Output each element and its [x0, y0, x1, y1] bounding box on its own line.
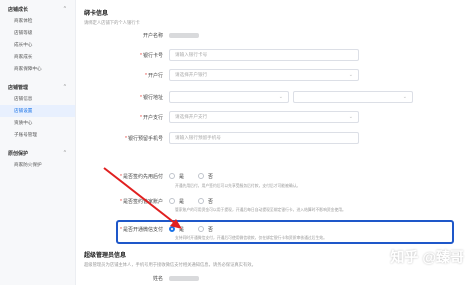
sidebar-item-merchant-growth[interactable]: 商家成长: [0, 51, 75, 63]
account-name-value: [169, 32, 199, 38]
watermark-author: @臻哥: [422, 249, 464, 265]
province-select[interactable]: ⌄: [169, 91, 289, 103]
bind-card-title: 绑卡信息: [84, 11, 109, 17]
card-number-row: *银行卡号 请输入银行卡号: [84, 48, 468, 62]
sidebar-group-growth[interactable]: 店铺成长 ⌃: [0, 3, 75, 15]
chevron-down-icon: ⌄: [348, 114, 353, 120]
sidebar-group-store-management[interactable]: 店铺管理 ⌃: [0, 81, 75, 93]
watermark-brand: 知乎: [390, 249, 419, 265]
chevron-down-icon: ⌄: [348, 72, 353, 78]
q2-no-radio[interactable]: 否: [198, 198, 213, 205]
q1-label: 是否签约先用后付: [122, 173, 163, 180]
sidebar-group-label: 店铺管理: [8, 84, 29, 91]
card-number-input[interactable]: 请输入银行卡号: [169, 49, 359, 61]
sidebar-item-qualification[interactable]: 资质中心: [0, 117, 75, 129]
watermark: 知乎 @臻哥: [390, 247, 464, 267]
branch-placeholder: 请选择开户支行: [175, 114, 208, 119]
admin-title: 超级管理员信息: [84, 253, 127, 259]
admin-name-label: 姓名: [152, 275, 163, 282]
account-name-label: 开户名称: [142, 32, 163, 39]
card-number-label: 银行卡号: [142, 52, 163, 59]
chevron-up-icon: ⌃: [62, 6, 67, 12]
sidebar-item-store-info[interactable]: 店铺信息: [0, 93, 75, 105]
q1-yes-radio[interactable]: 是: [169, 173, 184, 180]
branch-label: 开户支行: [142, 114, 163, 121]
q2-row: *是否签约管家账户 是 否: [120, 198, 214, 205]
bank-row: *开户行 请选择开户银行 ⌄: [84, 68, 468, 82]
sidebar-item-growth-center[interactable]: 成长中心: [0, 39, 75, 51]
sidebar-item-sub-accounts[interactable]: 子账号管理: [0, 129, 75, 141]
q1-row: *是否签约先用后付 是 否: [120, 173, 214, 180]
bank-region-row: *银行地址 ⌄ ⌄: [84, 90, 468, 104]
phone-row: *银行预留手机号 请输入银行预留手机号: [84, 131, 468, 145]
branch-select[interactable]: 请选择开户支行 ⌄: [169, 111, 359, 123]
bind-card-desc: 请绑定人店铺下的个人银行卡: [84, 20, 140, 25]
sidebar-item-fire-protection[interactable]: 商家防火保护: [0, 159, 75, 171]
q2-note: 管家账户的可用资金可以用于提现，开通后每日自动提现至绑定银行卡，进入结算时不影响…: [175, 208, 346, 212]
account-name-row: 开户名称: [84, 28, 468, 42]
sidebar-group-label: 原创保护: [8, 150, 29, 157]
sidebar-group-label: 店铺成长: [8, 6, 29, 13]
sidebar-item-health-check[interactable]: 商家体检: [0, 15, 75, 27]
branch-row: *开户支行 请选择开户支行 ⌄: [84, 110, 468, 124]
q2-label: 是否签约管家账户: [122, 198, 163, 205]
admin-name-value: [169, 275, 199, 281]
phone-input[interactable]: 请输入银行预留手机号: [169, 132, 359, 144]
sidebar-group-original-protection[interactable]: 原创保护 ⌃: [0, 147, 75, 159]
sidebar-item-store-level[interactable]: 店铺等级: [0, 27, 75, 39]
city-select[interactable]: ⌄: [293, 91, 413, 103]
bank-label: 开户行: [147, 72, 163, 79]
chevron-down-icon: ⌄: [278, 94, 283, 100]
admin-desc: 超级管理员为店铺主体人，手机号用于接收微信支付相关通知信息，请务必保证真实有效。: [84, 262, 256, 267]
highlight-box: [116, 220, 454, 244]
sidebar-item-store-settings[interactable]: 店铺设置: [0, 105, 75, 117]
phone-label: 银行预留手机号: [127, 135, 163, 142]
bank-region-label: 银行地址: [142, 94, 163, 101]
bank-select[interactable]: 请选择开户银行 ⌄: [169, 69, 359, 81]
q2-yes-radio[interactable]: 是: [169, 198, 184, 205]
sidebar-item-guarantee-center[interactable]: 商家保障中心: [0, 63, 75, 75]
chevron-up-icon: ⌃: [62, 84, 67, 90]
bank-placeholder: 请选择开户银行: [175, 72, 208, 77]
admin-name-row: 姓名: [84, 271, 468, 285]
q1-note: 开通先用后付，用户签约后可以先享受服务后付款，支付后才可能被确认。: [175, 184, 301, 188]
chevron-up-icon: ⌃: [62, 150, 67, 156]
q1-no-radio[interactable]: 否: [198, 173, 213, 180]
sidebar: 店铺成长 ⌃ 商家体检 店铺等级 成长中心 商家成长 商家保障中心 店铺管理 ⌃…: [0, 0, 76, 285]
chevron-down-icon: ⌄: [402, 94, 407, 100]
